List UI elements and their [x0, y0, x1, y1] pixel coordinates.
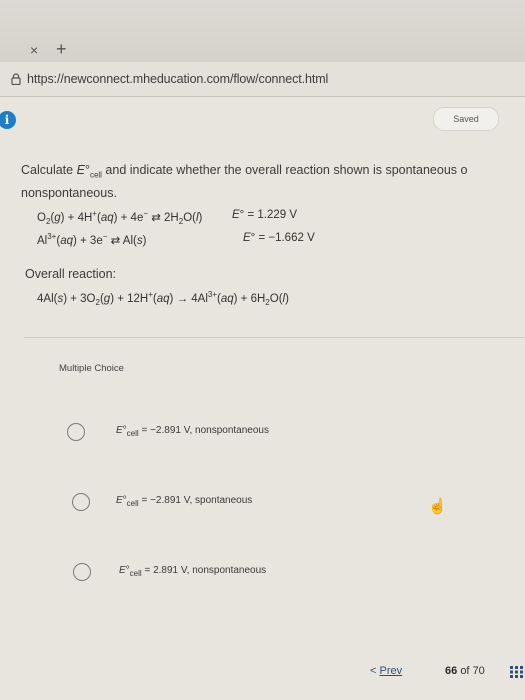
info-icon[interactable]: i [0, 111, 16, 129]
url-text[interactable]: https://newconnect.mheducation.com/flow/… [27, 72, 328, 86]
page-total: 70 [472, 665, 485, 677]
overall-reaction-equation: 4Al(s) + 3O2(g) + 12H+(aq) → 4Al3+(aq) +… [37, 290, 289, 308]
option-3-radio[interactable] [73, 563, 91, 581]
multiple-choice-label: Multiple Choice [59, 363, 124, 374]
prev-label: Prev [379, 665, 403, 677]
lock-icon [11, 73, 21, 85]
option-1-radio[interactable] [67, 423, 85, 441]
page-of: of [460, 665, 470, 677]
option-2-label[interactable]: E°cell = −2.891 V, spontaneous [116, 495, 252, 508]
page-current: 66 [445, 665, 458, 677]
browser-tab-bar: × + [0, 0, 525, 62]
saved-status-badge: Saved [433, 107, 499, 131]
multiple-choice-panel [24, 337, 525, 638]
half-reaction-1: O2(g) + 4H+(aq) + 4e− ⇄ 2H2O(l) [37, 209, 203, 227]
question-text-line2: nonspontaneous. [21, 186, 117, 200]
new-tab-button[interactable]: + [56, 39, 67, 60]
option-1-label[interactable]: E°cell = −2.891 V, nonspontaneous [116, 425, 269, 438]
tab-close-button[interactable]: × [30, 42, 38, 58]
overall-reaction-label: Overall reaction: [25, 267, 117, 281]
question-text-line1: Calculate E°cell and indicate whether th… [21, 163, 468, 180]
assignment-page: i Saved Calculate E°cell and indicate wh… [0, 97, 525, 700]
prev-button[interactable]: < Prev [370, 665, 402, 677]
option-2-radio[interactable] [72, 493, 90, 511]
hand-pointer-icon: ☝ [428, 498, 447, 515]
grid-icon[interactable] [510, 666, 524, 678]
half-reaction-2: Al3+(aq) + 3e− ⇄ Al(s) [37, 232, 147, 247]
option-3-label[interactable]: E°cell = 2.891 V, nonspontaneous [119, 565, 266, 578]
half-reaction-1-potential: E° = 1.229 V [232, 209, 298, 221]
half-reaction-2-potential: E° = −1.662 V [243, 232, 315, 244]
address-bar[interactable]: https://newconnect.mheducation.com/flow/… [0, 62, 525, 97]
page-indicator: 66 of 70 [445, 665, 485, 677]
chevron-left-icon: < [370, 665, 377, 677]
